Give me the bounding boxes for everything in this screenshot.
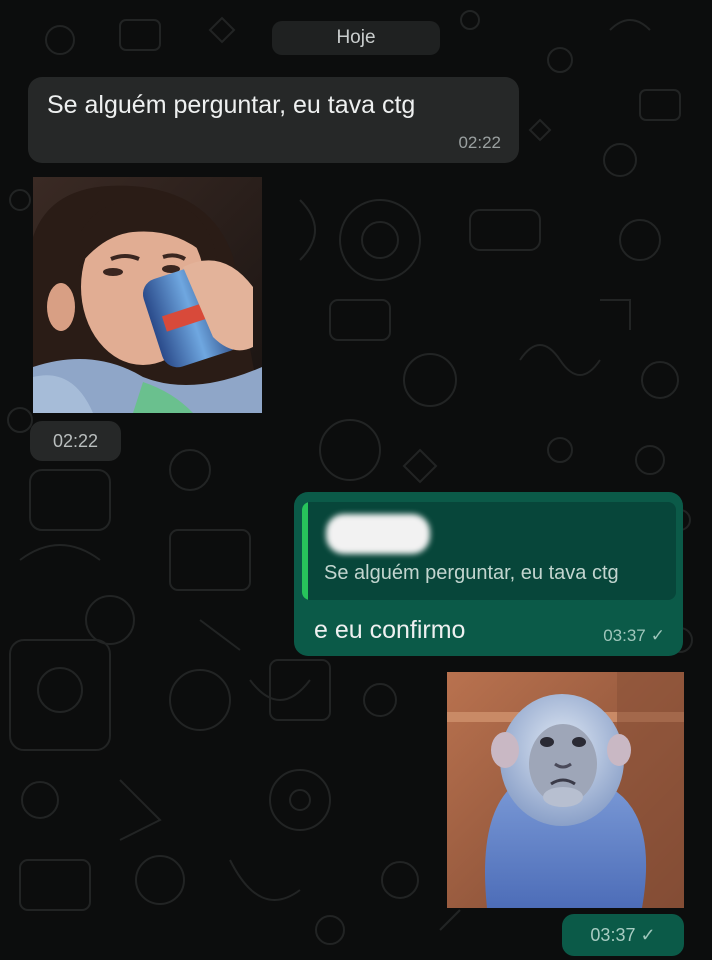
redacted-author-name: [326, 514, 430, 554]
message-time: 03:37: [590, 925, 636, 945]
chat-window: Hoje Se alguém perguntar, eu tava ctg 02…: [0, 0, 712, 960]
message-time: 03:37: [603, 626, 646, 645]
monkey-image: [447, 672, 684, 908]
quote-accent-bar: [302, 502, 308, 600]
check-icon: ✓: [650, 626, 665, 645]
outgoing-reply-bubble[interactable]: Se alguém perguntar, eu tava ctg e eu co…: [294, 492, 683, 656]
image-timestamp: 02:22: [30, 421, 121, 461]
woman-drinking-image: [33, 177, 262, 413]
image-timestamp-status: 03:37 ✓: [562, 914, 684, 956]
message-text: e eu confirmo: [314, 616, 466, 644]
message-time: 02:22: [458, 133, 501, 152]
quoted-text: Se alguém perguntar, eu tava ctg: [324, 562, 619, 584]
incoming-photo-woman-drinking[interactable]: [33, 177, 262, 413]
message-time-status: 03:37 ✓: [603, 626, 665, 646]
check-icon: ✓: [640, 925, 656, 945]
incoming-message-bubble[interactable]: Se alguém perguntar, eu tava ctg 02:22: [28, 77, 519, 163]
outgoing-photo-monkey[interactable]: [447, 672, 684, 908]
message-text: Se alguém perguntar, eu tava ctg: [47, 91, 416, 119]
date-separator: Hoje: [272, 21, 440, 55]
quoted-message[interactable]: Se alguém perguntar, eu tava ctg: [302, 502, 676, 600]
